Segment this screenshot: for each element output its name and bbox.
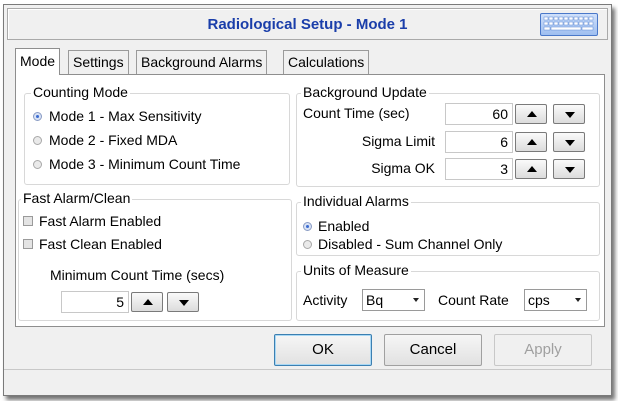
dialog-window: Radiological Setup - Mode 1 Mode Setting…	[3, 4, 612, 396]
alarms-disabled-label: Disabled - Sum Channel Only	[318, 236, 503, 252]
cancel-button[interactable]: Cancel	[384, 334, 482, 366]
sigma-limit-up-button[interactable]	[515, 132, 547, 152]
fast-alarm-clean-label: Fast Alarm/Clean	[21, 190, 133, 206]
background-update-group: Background Update Count Time (sec) 60 Si…	[296, 84, 600, 187]
min-count-down-button[interactable]	[167, 292, 199, 312]
keyboard-icon[interactable]	[540, 13, 598, 36]
count-rate-label: Count Rate	[438, 292, 509, 308]
activity-label: Activity	[303, 292, 348, 308]
radio-mode-1-label: Mode 1 - Max Sensitivity	[49, 108, 202, 124]
sigma-ok-input[interactable]: 3	[445, 158, 513, 180]
min-count-time-input[interactable]: 5	[61, 291, 129, 313]
counting-mode-label: Counting Mode	[31, 84, 130, 100]
units-of-measure-group: Units of Measure Activity Bq Count Rate …	[296, 262, 600, 321]
radio-mode-2[interactable]: Mode 2 - Fixed MDA	[33, 131, 177, 149]
radio-alarms-enabled[interactable]: Enabled	[303, 217, 369, 235]
tab-panel-mode: Counting Mode Mode 1 - Max Sensitivity M…	[15, 74, 605, 327]
radio-unchecked-icon	[33, 159, 42, 169]
activity-select[interactable]: Bq	[362, 289, 425, 311]
window-title: Radiological Setup - Mode 1	[207, 16, 408, 33]
tab-background-alarms[interactable]: Background Alarms	[136, 50, 268, 74]
apply-button: Apply	[494, 334, 592, 366]
background-update-label: Background Update	[301, 84, 429, 100]
individual-alarms-group: Individual Alarms Enabled Disabled - Sum…	[296, 193, 600, 256]
fast-alarm-label: Fast Alarm Enabled	[39, 213, 162, 229]
fast-alarm-clean-group: Fast Alarm/Clean Fast Alarm Enabled Fast…	[18, 190, 292, 321]
count-time-up-button[interactable]	[515, 104, 547, 124]
sigma-ok-down-button[interactable]	[553, 159, 585, 179]
tab-mode[interactable]: Mode	[15, 48, 61, 75]
count-rate-select-value: cps	[528, 292, 550, 308]
units-of-measure-label: Units of Measure	[301, 262, 411, 278]
fast-clean-label: Fast Clean Enabled	[39, 236, 162, 252]
min-count-time-label: Minimum Count Time (secs)	[50, 267, 225, 283]
sigma-limit-down-button[interactable]	[553, 132, 585, 152]
title-bar: Radiological Setup - Mode 1	[7, 8, 608, 40]
individual-alarms-label: Individual Alarms	[301, 193, 411, 209]
checkbox-icon	[23, 239, 33, 250]
counting-mode-group: Counting Mode Mode 1 - Max Sensitivity M…	[24, 84, 290, 185]
chevron-down-icon	[413, 298, 419, 302]
tab-calculations[interactable]: Calculations	[283, 50, 370, 74]
count-rate-select[interactable]: cps	[524, 289, 587, 311]
count-time-down-button[interactable]	[553, 104, 585, 124]
sigma-limit-label: Sigma Limit	[361, 133, 435, 149]
radio-mode-3-label: Mode 3 - Minimum Count Time	[49, 156, 241, 172]
activity-select-value: Bq	[366, 292, 384, 308]
chevron-down-icon	[575, 298, 581, 302]
count-time-input[interactable]: 60	[445, 103, 513, 125]
radio-mode-1[interactable]: Mode 1 - Max Sensitivity	[33, 107, 202, 125]
checkbox-fast-clean[interactable]: Fast Clean Enabled	[23, 235, 162, 253]
radio-checked-icon	[33, 111, 42, 121]
sigma-ok-label: Sigma OK	[371, 160, 435, 176]
status-bar	[4, 369, 611, 395]
checkbox-icon	[23, 216, 33, 227]
alarms-enabled-label: Enabled	[318, 218, 370, 234]
sigma-ok-up-button[interactable]	[515, 159, 547, 179]
min-count-up-button[interactable]	[131, 292, 163, 312]
checkbox-fast-alarm[interactable]: Fast Alarm Enabled	[23, 212, 161, 230]
radio-unchecked-icon	[33, 135, 42, 145]
ok-button[interactable]: OK	[274, 334, 372, 366]
radio-checked-icon	[303, 221, 312, 231]
radio-mode-3[interactable]: Mode 3 - Minimum Count Time	[33, 155, 240, 173]
sigma-limit-input[interactable]: 6	[445, 131, 513, 153]
radio-mode-2-label: Mode 2 - Fixed MDA	[49, 132, 178, 148]
radio-alarms-disabled[interactable]: Disabled - Sum Channel Only	[303, 235, 502, 253]
tab-settings[interactable]: Settings	[68, 50, 129, 74]
radio-unchecked-icon	[303, 239, 312, 249]
count-time-label: Count Time (sec)	[303, 105, 410, 121]
